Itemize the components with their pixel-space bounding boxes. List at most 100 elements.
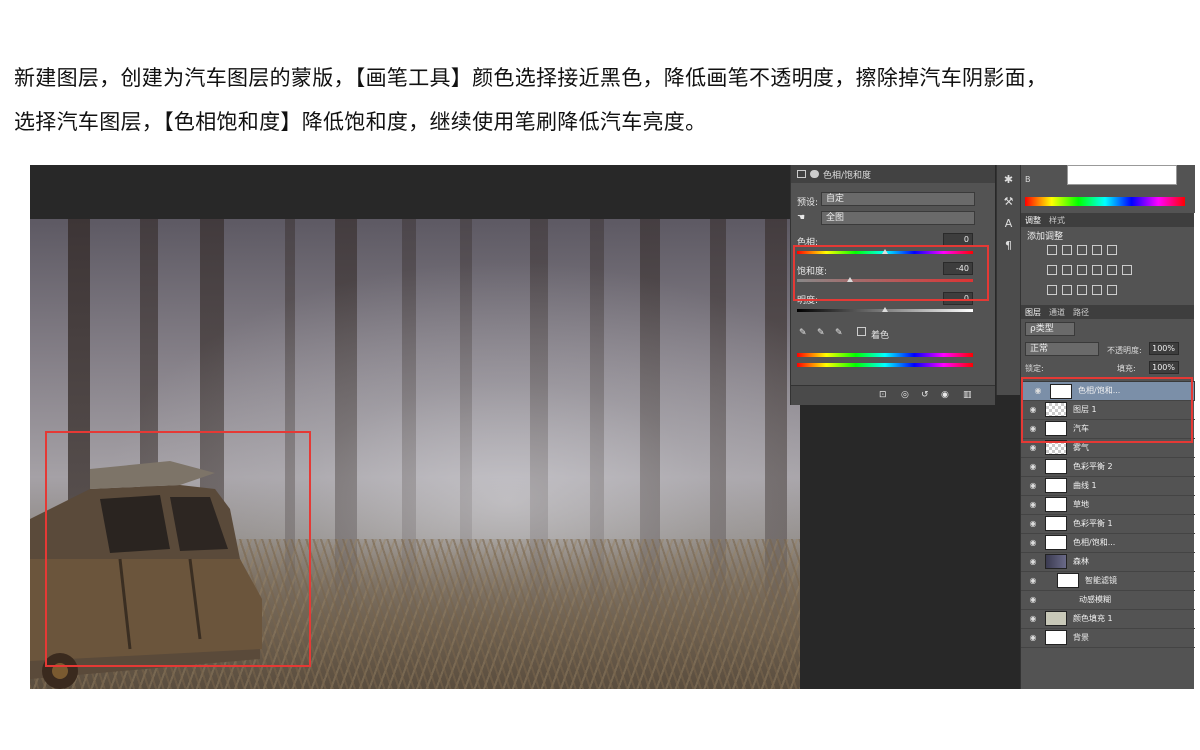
delete-icon[interactable]: ▥ bbox=[963, 390, 972, 400]
eye-icon[interactable]: ◉ bbox=[1027, 538, 1039, 548]
paragraph-icon[interactable]: ¶ bbox=[1002, 239, 1016, 253]
layer-name: 草地 bbox=[1073, 500, 1089, 509]
tool-preset-icon[interactable]: ⚒ bbox=[1002, 195, 1016, 209]
layer-name: 森林 bbox=[1073, 557, 1089, 566]
panel-tool-strip: ✱ ⚒ A ¶ bbox=[996, 165, 1020, 395]
adjustment-icon bbox=[797, 170, 806, 178]
tab-channels[interactable]: 通道 bbox=[1049, 307, 1065, 318]
black-white-icon[interactable] bbox=[1077, 265, 1087, 275]
properties-footer: ⊡ ◎ ↺ ◉ ▥ bbox=[791, 385, 995, 405]
color-ramp[interactable] bbox=[1025, 197, 1185, 206]
instruction-line-2: 选择汽车图层，【色相饱和度】降低饱和度，继续使用笔刷降低汽车亮度。 bbox=[14, 110, 707, 134]
layer-thumbnail bbox=[1045, 459, 1067, 474]
eyedropper-plus-icon[interactable]: ✎ bbox=[817, 328, 825, 338]
color-panel: B bbox=[1021, 165, 1195, 213]
layer-row[interactable]: ◉ 背景 bbox=[1021, 628, 1195, 648]
brightness-icon[interactable] bbox=[1047, 245, 1057, 255]
color-lookup-icon[interactable] bbox=[1122, 265, 1132, 275]
channel-mixer-icon[interactable] bbox=[1107, 265, 1117, 275]
tab-adjustments[interactable]: 调整 bbox=[1025, 215, 1041, 226]
eye-icon[interactable]: ◉ bbox=[1027, 595, 1039, 605]
brush-preset-icon[interactable]: ✱ bbox=[1002, 173, 1016, 187]
tab-layers[interactable]: 图层 bbox=[1025, 307, 1041, 318]
layer-thumbnail bbox=[1045, 535, 1067, 550]
photo-filter-icon[interactable] bbox=[1092, 265, 1102, 275]
input-spectrum-bar bbox=[797, 353, 973, 357]
layer-row[interactable]: ◉ 森林 bbox=[1021, 552, 1195, 572]
eye-icon[interactable]: ◉ bbox=[1027, 443, 1039, 453]
eye-icon[interactable]: ◉ bbox=[1027, 557, 1039, 567]
layer-name: 色相/饱和... bbox=[1073, 538, 1116, 547]
tab-styles[interactable]: 样式 bbox=[1049, 215, 1065, 226]
layers-tabs: 图层 通道 路径 bbox=[1021, 305, 1194, 319]
gradient-map-icon[interactable] bbox=[1092, 285, 1102, 295]
adjust-style-tabs: 调整 样式 bbox=[1021, 213, 1194, 227]
hue-sat-icon[interactable] bbox=[1047, 265, 1057, 275]
exposure-icon[interactable] bbox=[1092, 245, 1102, 255]
clip-to-layer-icon[interactable]: ⊡ bbox=[879, 390, 887, 400]
right-panel: B 调整 样式 添加调整 图层 通道 路径 ρ类型 正常 不透明度: 100% … bbox=[1020, 165, 1195, 689]
selective-color-icon[interactable] bbox=[1107, 285, 1117, 295]
vibrance-icon[interactable] bbox=[1107, 245, 1117, 255]
channel-select[interactable]: 全图 bbox=[821, 211, 975, 225]
layer-row[interactable]: ◉ 曲线 1 bbox=[1021, 476, 1195, 496]
adjustment-icons-row-2 bbox=[1047, 265, 1167, 275]
adjustment-icons-row-3 bbox=[1047, 285, 1167, 295]
layer-row[interactable]: ◉ 智能滤镜 bbox=[1021, 571, 1195, 591]
highlight-box-car bbox=[45, 431, 311, 667]
layer-thumbnail bbox=[1057, 573, 1079, 588]
layer-row[interactable]: ◉ 颜色填充 1 bbox=[1021, 609, 1195, 629]
character-icon[interactable]: A bbox=[1002, 217, 1016, 231]
adjustment-icons-row-1 bbox=[1047, 245, 1167, 255]
preset-select[interactable]: 自定 bbox=[821, 192, 975, 206]
properties-panel: 色相/饱和度 预设: 自定 ☚ 全图 色相: 0 饱和度: -40 明度: 0 … bbox=[790, 165, 995, 405]
lock-label: 锁定: bbox=[1025, 364, 1044, 373]
document-canvas[interactable] bbox=[30, 219, 800, 689]
curves-icon[interactable] bbox=[1077, 245, 1087, 255]
properties-header: 色相/饱和度 bbox=[791, 165, 995, 183]
tab-paths[interactable]: 路径 bbox=[1073, 307, 1089, 318]
threshold-icon[interactable] bbox=[1077, 285, 1087, 295]
layer-name: 雾气 bbox=[1073, 443, 1089, 452]
view-previous-icon[interactable]: ◎ bbox=[901, 390, 909, 400]
colorize-label: 着色 bbox=[871, 331, 890, 341]
layer-name: 曲线 1 bbox=[1073, 481, 1097, 490]
levels-icon[interactable] bbox=[1062, 245, 1072, 255]
layer-name: 动感模糊 bbox=[1079, 595, 1111, 604]
highlight-box-saturation bbox=[793, 245, 989, 301]
eye-icon[interactable]: ◉ bbox=[1027, 519, 1039, 529]
layer-row[interactable]: ◉ 色相/饱和... bbox=[1021, 533, 1195, 553]
posterize-icon[interactable] bbox=[1062, 285, 1072, 295]
layer-thumbnail bbox=[1045, 554, 1067, 569]
color-balance-icon[interactable] bbox=[1062, 265, 1072, 275]
hand-tool-icon[interactable]: ☚ bbox=[797, 213, 805, 223]
layer-row[interactable]: ◉ 草地 bbox=[1021, 495, 1195, 515]
eyedropper-icon[interactable]: ✎ bbox=[799, 328, 807, 338]
output-spectrum-bar bbox=[797, 363, 973, 367]
eye-icon[interactable]: ◉ bbox=[1027, 500, 1039, 510]
layer-name: 颜色填充 1 bbox=[1073, 614, 1113, 623]
eyedropper-minus-icon[interactable]: ✎ bbox=[835, 328, 843, 338]
opacity-value[interactable]: 100% bbox=[1149, 342, 1179, 355]
lightness-slider-handle[interactable] bbox=[882, 307, 888, 312]
eye-icon[interactable]: ◉ bbox=[1027, 633, 1039, 643]
blend-mode-select[interactable]: 正常 bbox=[1025, 342, 1099, 356]
reset-icon[interactable]: ↺ bbox=[921, 390, 929, 400]
fill-value[interactable]: 100% bbox=[1149, 361, 1179, 374]
layer-thumbnail bbox=[1045, 497, 1067, 512]
eye-icon[interactable]: ◉ bbox=[1027, 481, 1039, 491]
layer-row[interactable]: ◉ 动感模糊 bbox=[1021, 590, 1195, 610]
layer-thumbnail bbox=[1045, 630, 1067, 645]
color-swatch-preview bbox=[1067, 165, 1177, 185]
layer-thumbnail bbox=[1045, 478, 1067, 493]
eye-icon[interactable]: ◉ bbox=[1027, 614, 1039, 624]
colorize-checkbox[interactable] bbox=[857, 327, 866, 336]
layer-row[interactable]: ◉ 色彩平衡 1 bbox=[1021, 514, 1195, 534]
invert-icon[interactable] bbox=[1047, 285, 1057, 295]
layer-row[interactable]: ◉ 色彩平衡 2 bbox=[1021, 457, 1195, 477]
instruction-text: 新建图层，创建为汽车图层的蒙版，【画笔工具】颜色选择接近黑色，降低画笔不透明度，… bbox=[14, 56, 1194, 144]
visibility-icon[interactable]: ◉ bbox=[941, 390, 949, 400]
layer-filter-select[interactable]: ρ类型 bbox=[1025, 322, 1075, 336]
eye-icon[interactable]: ◉ bbox=[1027, 462, 1039, 472]
eye-icon[interactable]: ◉ bbox=[1027, 576, 1039, 586]
